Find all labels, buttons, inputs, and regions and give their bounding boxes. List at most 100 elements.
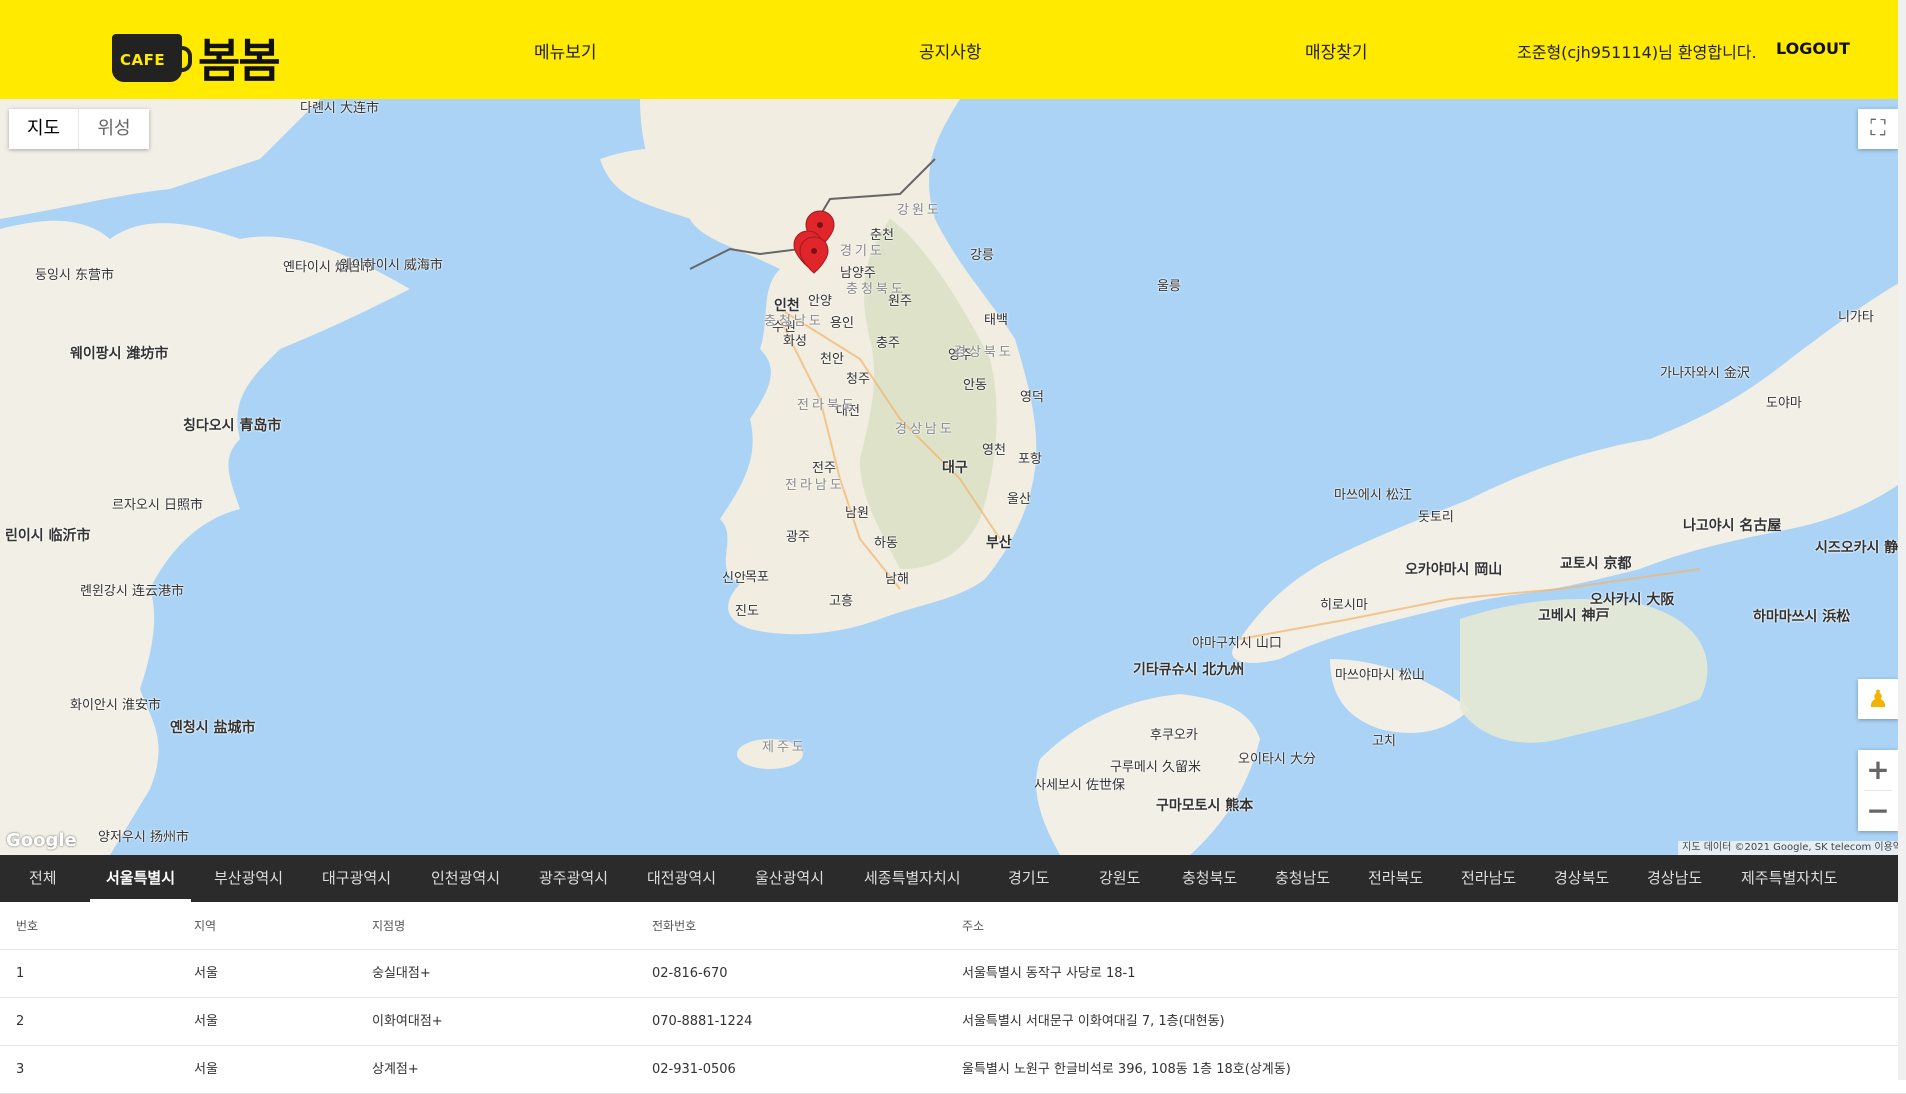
map-label: 하마마쓰시 浜松 [1753,609,1851,625]
zoom-in-icon[interactable]: + [1858,750,1898,790]
map-label: 영천 [982,443,1006,458]
map-label: 춘천 [870,228,894,243]
cell-region: 서울 [194,1062,218,1077]
cell-branch[interactable]: 이화여대점+ [372,998,443,1046]
map-label: 원주 [888,294,912,309]
tab-jeonbuk[interactable]: 전라북도 [1368,855,1423,902]
table-row[interactable]: 2 서울 이화여대점+ 070-8881-1224 서울특별시 서대문구 이화여… [0,998,1906,1046]
street-view-pegman-icon[interactable]: ♟ [1858,679,1898,719]
map-label: 후쿠오카 [1150,728,1198,743]
map-label: 강원도 [897,203,942,218]
zoom-out-icon[interactable]: − [1858,791,1898,831]
map-label: 야마구치시 山口 [1192,636,1282,651]
map-canvas [0,99,1906,855]
map-label: 시즈오카시 静岡 [1815,540,1906,556]
map-label: 오카야마시 岡山 [1405,562,1503,578]
map-label: 다롄시 大连市 [300,101,380,116]
table-header: 번호 지역 지점명 전화번호 주소 [0,902,1906,950]
coffee-cup-icon: CAFE [112,34,192,82]
tab-seoul[interactable]: 서울특별시 [90,855,192,902]
table-row[interactable]: 3 서울 상계점+ 02-931-0506 울특별시 노원구 한글비석로 396… [0,1046,1906,1094]
cell-branch[interactable]: 숭실대점+ [372,950,431,998]
map-label: 제주도 [762,740,807,755]
tab-sejong[interactable]: 세종특별자치시 [864,855,961,902]
map-label: 용인 [830,316,854,331]
map-label: 고베시 神戸 [1538,608,1610,624]
page-scrollbar[interactable] [1898,0,1906,1080]
cafe-logo[interactable]: CAFE 봄봄 [112,25,281,91]
map-label: 안동 [963,378,987,393]
map-label: 옌청시 盐城市 [170,720,256,736]
map-label: 교토시 京都 [1560,556,1632,572]
map-label: 가나자와시 金沢 [1660,366,1750,381]
map-label: 포항 [1018,452,1042,467]
tab-all[interactable]: 전체 [29,855,57,902]
cell-address: 서울특별시 서대문구 이화여대길 7, 1층(대현동) [962,1014,1225,1029]
map-label: 고흥 [829,594,853,609]
map-label: 구루메시 久留米 [1110,760,1201,775]
tab-incheon[interactable]: 인천광역시 [431,855,500,902]
tab-daejeon[interactable]: 대전광역시 [647,855,716,902]
tab-daegu[interactable]: 대구광역시 [322,855,391,902]
tab-gyeongnam[interactable]: 경상남도 [1647,855,1702,902]
cell-number: 1 [16,966,25,981]
map-label: 도야마 [1766,396,1802,411]
tab-jeonnam[interactable]: 전라남도 [1461,855,1516,902]
tab-gyeonggi[interactable]: 경기도 [1008,855,1049,902]
map-label: 목포 [745,570,769,585]
map-label: 충청남도 [764,314,824,329]
map-label: 신안 [722,571,746,586]
tab-chungbuk[interactable]: 충청북도 [1182,855,1237,902]
table-row[interactable]: 1 서울 숭실대점+ 02-816-670 서울특별시 동작구 사당로 18-1 [0,950,1906,998]
tab-ulsan[interactable]: 울산광역시 [755,855,824,902]
fullscreen-icon[interactable]: ⛶ [1858,109,1898,149]
nav-notice-link[interactable]: 공지사항 [919,38,982,63]
map-label: 사세보시 佐世保 [1034,778,1125,793]
tab-gwangju[interactable]: 광주광역시 [539,855,608,902]
map-type-map-button[interactable]: 지도 [9,109,79,149]
map-label: 울릉 [1157,279,1181,294]
map-label: 경기도 [840,244,885,259]
nav-menu-link[interactable]: 메뉴보기 [534,38,597,63]
tab-chungnam[interactable]: 충청남도 [1275,855,1330,902]
map-label: 하동 [874,536,898,551]
tab-jeju[interactable]: 제주특별자치도 [1741,855,1838,902]
map-attribution[interactable]: 지도 데이터 ©2021 Google, SK telecom 이용약 [1678,841,1906,855]
cell-number: 3 [16,1062,25,1077]
map-label: 남원 [845,506,869,521]
cell-phone: 02-931-0506 [652,1062,736,1077]
map-label: 천안 [820,352,844,367]
map-label: 돗토리 [1418,510,1454,525]
map-label: 웨이팡시 潍坊市 [70,346,169,362]
zoom-control: + − [1858,750,1898,831]
header-address: 주소 [962,919,985,933]
map-label: 인천 [774,298,800,314]
map-type-toggle: 지도 위성 [9,109,149,149]
map-label: 대구 [942,460,968,476]
map-label: 안양 [808,294,832,309]
map-label: 마쓰야마시 松山 [1335,668,1425,683]
tab-busan[interactable]: 부산광역시 [214,855,283,902]
map-label: 충주 [876,336,900,351]
logout-link[interactable]: LOGOUT [1776,39,1850,58]
google-logo: Google [6,830,77,851]
header-number: 번호 [16,919,39,933]
map-label: 광주 [786,530,810,545]
map-type-satellite-button[interactable]: 위성 [79,109,149,149]
map-label: 전주 [812,461,836,476]
map-label: 기타큐슈시 北九州 [1133,662,1245,678]
map-label: 린이시 临沂市 [5,528,91,544]
cell-branch[interactable]: 상계점+ [372,1046,419,1094]
map-label: 둥잉시 东营市 [35,268,115,283]
nav-store-finder-link[interactable]: 매장찾기 [1305,38,1368,63]
tab-gangwon[interactable]: 강원도 [1099,855,1140,902]
map-label: 롄윈강시 连云港市 [80,584,184,599]
map-label: 울산 [1007,492,1031,507]
cell-phone: 02-816-670 [652,966,728,981]
tab-gyeongbuk[interactable]: 경상북도 [1554,855,1609,902]
store-map[interactable]: 다롄시 大连市 옌타이시 烟台市 웨이하이시 威海市 둥잉시 东营市 웨이팡시 … [0,99,1906,855]
map-label: 청주 [846,372,870,387]
map-label: 화성 [783,334,807,349]
cell-address: 서울특별시 동작구 사당로 18-1 [962,966,1136,981]
cell-phone: 070-8881-1224 [652,1014,753,1029]
